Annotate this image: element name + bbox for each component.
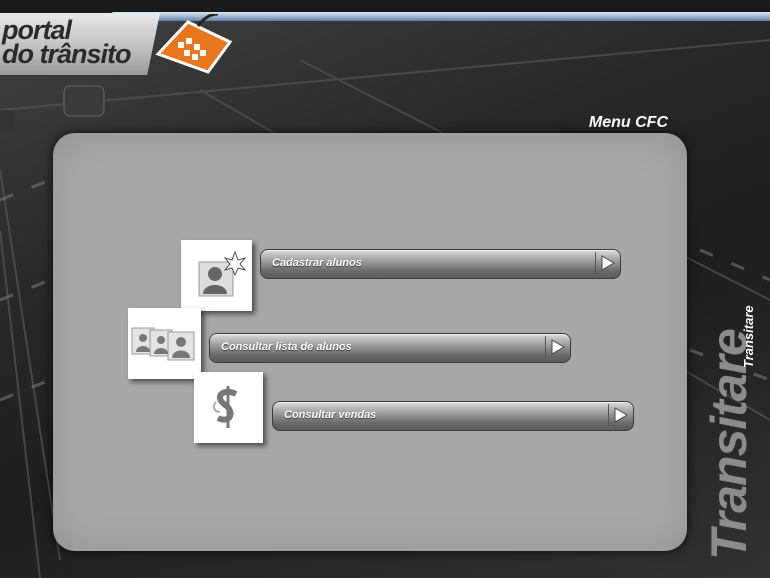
- arrow-right-icon: [608, 404, 628, 426]
- arrow-right-icon: [595, 252, 615, 274]
- cadastrar-alunos-label: Cadastrar alunos: [272, 257, 362, 269]
- logo-line-2: do trânsito: [2, 39, 131, 69]
- logo-icon: [155, 14, 233, 74]
- money-sign-tile[interactable]: [194, 372, 263, 443]
- portal-logo-text: portal do trânsito: [2, 17, 131, 69]
- consultar-vendas-button[interactable]: Consultar vendas: [272, 401, 634, 431]
- page-title: Menu CFC: [588, 114, 668, 131]
- consultar-vendas-label: Consultar vendas: [284, 409, 377, 421]
- user-list-icon: [131, 327, 195, 361]
- money-sign-icon: [212, 386, 238, 428]
- consultar-lista-alunos-label: Consultar lista de alunos: [221, 341, 352, 353]
- consultar-lista-alunos-button[interactable]: Consultar lista de alunos: [209, 333, 571, 363]
- cadastrar-alunos-button[interactable]: Cadastrar alunos: [260, 249, 621, 279]
- user-add-icon: [198, 250, 247, 297]
- user-add-tile[interactable]: [181, 240, 252, 311]
- arrow-right-icon: [545, 336, 565, 358]
- user-list-tile[interactable]: [128, 308, 201, 379]
- brand-label: Transitare: [741, 305, 756, 368]
